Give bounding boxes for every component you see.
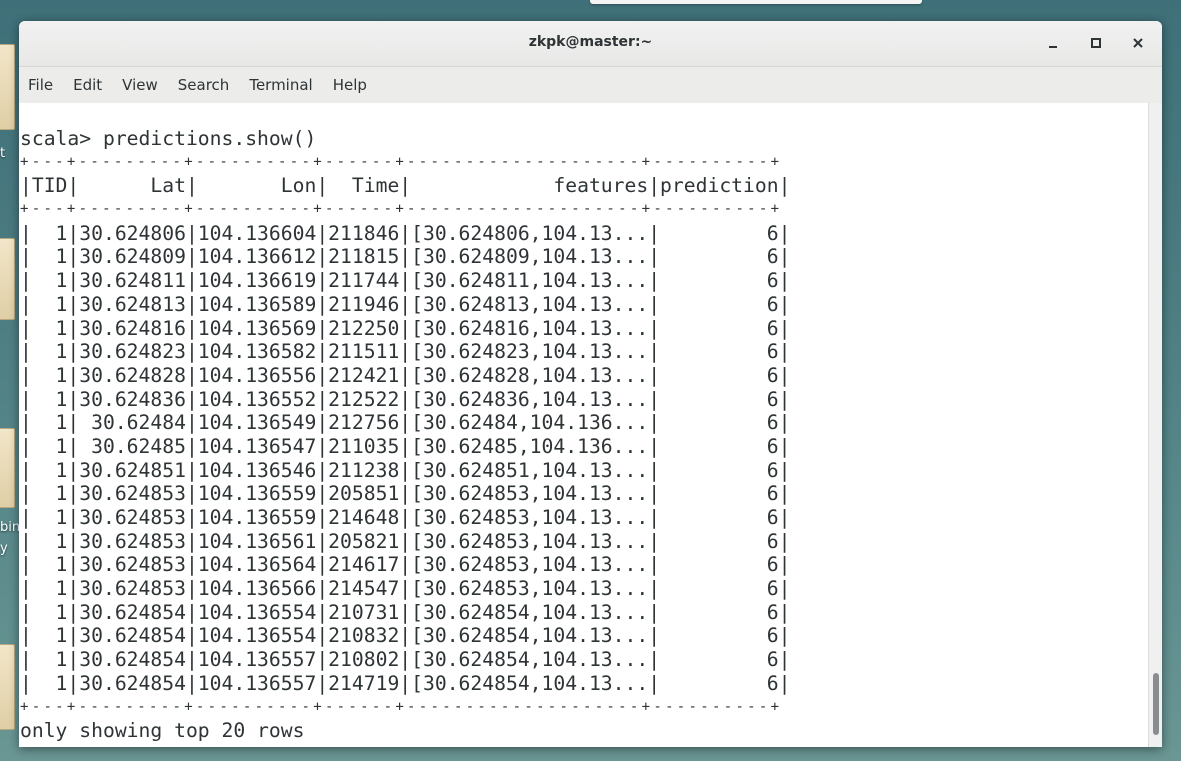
table-row: | 1|30.624853|104.136564|214617|[30.6248… [20, 553, 791, 577]
table-separator: +---+---------+----------+------+-------… [20, 698, 783, 715]
command-prompt: scala> predictions.show() [20, 127, 317, 150]
table-row: | 1|30.624851|104.136546|211238|[30.6248… [20, 458, 791, 482]
table-row: | 1|30.624854|104.136554|210731|[30.6248… [20, 600, 791, 624]
menu-bar: File Edit View Search Terminal Help [19, 67, 1162, 104]
menu-view[interactable]: View [122, 76, 158, 94]
close-button[interactable] [1128, 33, 1148, 53]
table-row: | 1|30.624816|104.136569|212250|[30.6248… [20, 316, 791, 340]
table-row: | 1|30.624828|104.136556|212421|[30.6248… [20, 363, 791, 387]
table-row: | 1|30.624811|104.136619|211744|[30.6248… [20, 269, 791, 293]
desktop-icon-label: y [0, 541, 8, 556]
table-row: | 1|30.624853|104.136566|214547|[30.6248… [20, 577, 791, 601]
maximize-icon [1091, 38, 1101, 48]
menu-terminal[interactable]: Terminal [249, 76, 312, 94]
desktop-file-icon[interactable] [0, 44, 15, 130]
table-row: | 1|30.624813|104.136589|211946|[30.6248… [20, 292, 791, 316]
terminal-text: scala> predictions.show() +---+---------+… [20, 127, 790, 743]
table-row: | 1| 30.62484|104.136549|212756|[30.6248… [20, 411, 791, 435]
table-row: | 1|30.624853|104.136559|214648|[30.6248… [20, 506, 791, 529]
table-row: | 1|30.624853|104.136559|205851|[30.6248… [20, 482, 791, 506]
desktop-file-icon[interactable] [0, 428, 15, 508]
vertical-scrollbar[interactable] [1148, 103, 1162, 747]
minimize-icon [1049, 46, 1057, 48]
table-separator: +---+---------+----------+------+-------… [20, 201, 783, 218]
table-row: | 1|30.624854|104.136557|214719|[30.6248… [20, 671, 791, 695]
title-bar[interactable]: zkpk@master:~ [19, 21, 1162, 67]
desktop-icon-label: bin [0, 520, 21, 535]
table-row: | 1|30.624836|104.136552|212522|[30.6248… [20, 387, 791, 411]
table-row: | 1| 30.62485|104.136547|211035|[30.6248… [20, 434, 791, 458]
table-row: | 1|30.624809|104.136612|211815|[30.6248… [20, 245, 791, 269]
top-panel-edge [590, 0, 922, 4]
menu-help[interactable]: Help [333, 76, 367, 94]
table-row: | 1|30.624854|104.136554|210832|[30.6248… [20, 624, 791, 648]
desktop-file-icon[interactable] [0, 644, 15, 730]
minimize-button[interactable] [1043, 33, 1063, 53]
table-row: | 1|30.624823|104.136582|211511|[30.6248… [20, 340, 791, 364]
table-row: | 1|30.624854|104.136557|210802|[30.6248… [20, 648, 791, 672]
window-title: zkpk@master:~ [528, 34, 653, 50]
scrollbar-thumb[interactable] [1153, 673, 1159, 735]
desktop-file-icon[interactable] [0, 238, 15, 320]
terminal-window: zkpk@master:~ File Edit View Search Term… [19, 21, 1162, 747]
menu-edit[interactable]: Edit [73, 76, 102, 94]
menu-search[interactable]: Search [178, 76, 230, 94]
menu-file[interactable]: File [28, 76, 53, 94]
table-row: | 1|30.624853|104.136561|205821|[30.6248… [20, 529, 791, 553]
table-separator: +---+---------+----------+------+-------… [20, 153, 783, 170]
terminal-output[interactable]: scala> predictions.show() +---+---------+… [19, 103, 1149, 747]
desktop-icon-label: t [0, 146, 6, 161]
maximize-button[interactable] [1086, 33, 1106, 53]
close-icon [1133, 38, 1143, 48]
